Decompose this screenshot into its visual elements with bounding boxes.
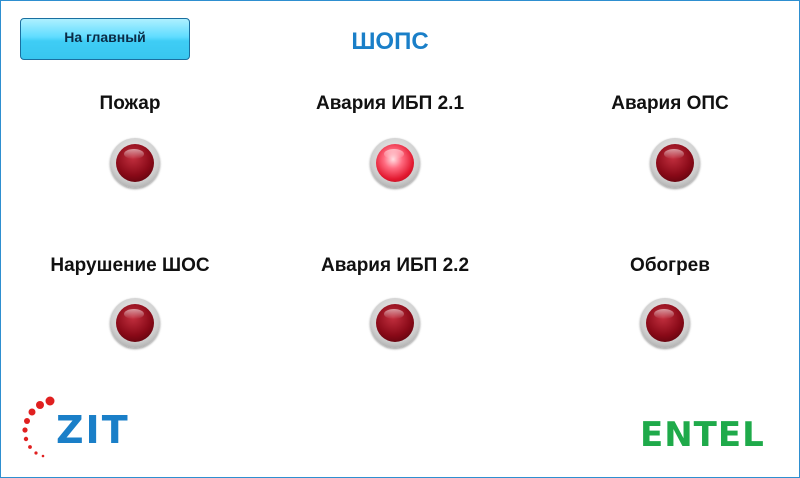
indicator-lamp-ops xyxy=(650,138,700,188)
indicator-label-ups-2-2: Авария ИБП 2.2 xyxy=(320,255,470,276)
indicator-lamp-heating xyxy=(640,298,690,348)
indicator-label-ops: Авария ОПС xyxy=(611,93,729,114)
indicator-lamp-fire xyxy=(110,138,160,188)
page-title: ШОПС xyxy=(351,28,429,55)
indicator-lamp-ups-2-2 xyxy=(370,298,420,348)
zit-logo-text: ZIT xyxy=(56,408,130,452)
home-button[interactable]: На главный xyxy=(20,18,190,60)
indicator-lamp-ups-2-1 xyxy=(370,138,420,188)
indicator-label-heating: Обогрев xyxy=(630,255,710,276)
indicator-label-fire: Пожар xyxy=(99,93,161,114)
indicator-lamp-shos xyxy=(110,298,160,348)
zit-logo: ZIT xyxy=(20,395,130,460)
indicator-label-ups-2-1: Авария ИБП 2.1 xyxy=(315,93,465,114)
indicator-label-shos: Нарушение ШОС xyxy=(50,255,210,276)
entel-logo: ENTEL xyxy=(640,415,765,455)
zit-logo-dots-icon xyxy=(22,396,55,458)
